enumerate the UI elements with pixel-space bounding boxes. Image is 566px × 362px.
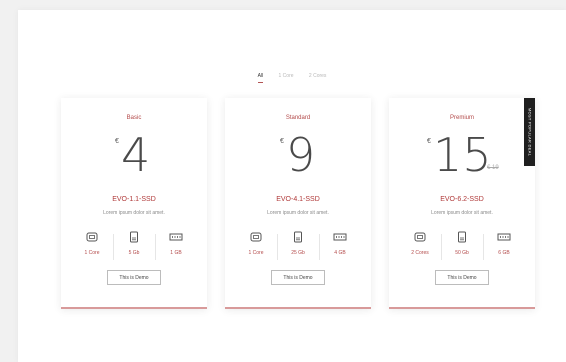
- pricing-page: All 1 Core 2 Cores Basic € 4 EVO-1.1-SSD…: [18, 10, 566, 362]
- cpu-icon: [414, 232, 426, 242]
- spec-cpu: 1 Core: [71, 231, 113, 263]
- plan-price: 9: [286, 128, 316, 182]
- spec-label: 1 GB: [170, 250, 182, 256]
- filter-tab-all[interactable]: All: [257, 73, 263, 83]
- currency-symbol: €: [280, 138, 284, 145]
- storage-icon: [294, 231, 302, 243]
- ram-icon: [497, 233, 511, 241]
- spec-ram: 4 GB: [319, 231, 361, 263]
- storage-icon: [458, 231, 466, 243]
- plan-specs: 2 Cores 50 Gb 6 GB: [399, 231, 525, 263]
- ram-icon: [333, 233, 347, 241]
- pricing-card-standard: Standard € 9 EVO-4.1-SSD Lorem ipsum dol…: [225, 98, 371, 309]
- filter-tab-2-cores[interactable]: 2 Cores: [309, 73, 327, 79]
- badge-label: MOST POPULAR DEAL: [527, 107, 532, 157]
- demo-button[interactable]: This is Demo: [435, 270, 489, 285]
- cpu-icon: [250, 232, 262, 242]
- plan-filter-tabs: All 1 Core 2 Cores: [18, 73, 566, 83]
- spec-storage: 5 Gb: [113, 231, 155, 263]
- plan-specs: 1 Core 25 Gb 4 GB: [235, 231, 361, 263]
- plan-price: 15: [433, 128, 492, 182]
- spec-ram: 6 GB: [483, 231, 525, 263]
- plan-name: Premium: [449, 115, 474, 121]
- most-popular-badge: MOST POPULAR DEAL: [524, 98, 535, 166]
- spec-label: 4 GB: [334, 250, 346, 256]
- spec-cpu: 1 Core: [235, 231, 277, 263]
- demo-button[interactable]: This is Demo: [107, 270, 161, 285]
- plan-title: EVO-6.2-SSD: [440, 196, 484, 203]
- demo-button[interactable]: This is Demo: [271, 270, 325, 285]
- spec-label: 50 Gb: [455, 250, 469, 256]
- storage-icon: [130, 231, 138, 243]
- currency-symbol: €: [427, 138, 431, 145]
- old-price: € 19: [487, 165, 499, 171]
- plan-title: EVO-4.1-SSD: [276, 196, 320, 203]
- spec-label: 6 GB: [498, 250, 510, 256]
- spec-label: 25 Gb: [291, 250, 305, 256]
- cpu-icon: [86, 232, 98, 242]
- filter-tab-1-core[interactable]: 1 Core: [279, 73, 294, 79]
- plan-description: Lorem ipsum dolor sit amet.: [267, 210, 329, 216]
- spec-label: 5 Gb: [128, 250, 140, 256]
- ram-icon: [169, 233, 183, 241]
- spec-storage: 25 Gb: [277, 231, 319, 263]
- plan-name: Standard: [285, 115, 311, 121]
- pricing-card-premium: Premium MOST POPULAR DEAL € 15 € 19 EVO-…: [389, 98, 535, 309]
- pricing-card-basic: Basic € 4 EVO-1.1-SSD Lorem ipsum dolor …: [61, 98, 207, 309]
- spec-label: 1 Core: [84, 250, 100, 256]
- plan-specs: 1 Core 5 Gb 1 GB: [71, 231, 197, 263]
- spec-label: 2 Cores: [411, 250, 429, 256]
- spec-ram: 1 GB: [155, 231, 197, 263]
- plan-name: Basic: [126, 115, 142, 121]
- spec-storage: 50 Gb: [441, 231, 483, 263]
- plan-description: Lorem ipsum dolor sit amet.: [431, 210, 493, 216]
- spec-label: 1 Core: [248, 250, 264, 256]
- currency-symbol: €: [115, 138, 119, 145]
- spec-cpu: 2 Cores: [399, 231, 441, 263]
- plan-description: Lorem ipsum dolor sit amet.: [103, 210, 165, 216]
- plan-title: EVO-1.1-SSD: [112, 196, 156, 203]
- plan-price: 4: [121, 128, 151, 182]
